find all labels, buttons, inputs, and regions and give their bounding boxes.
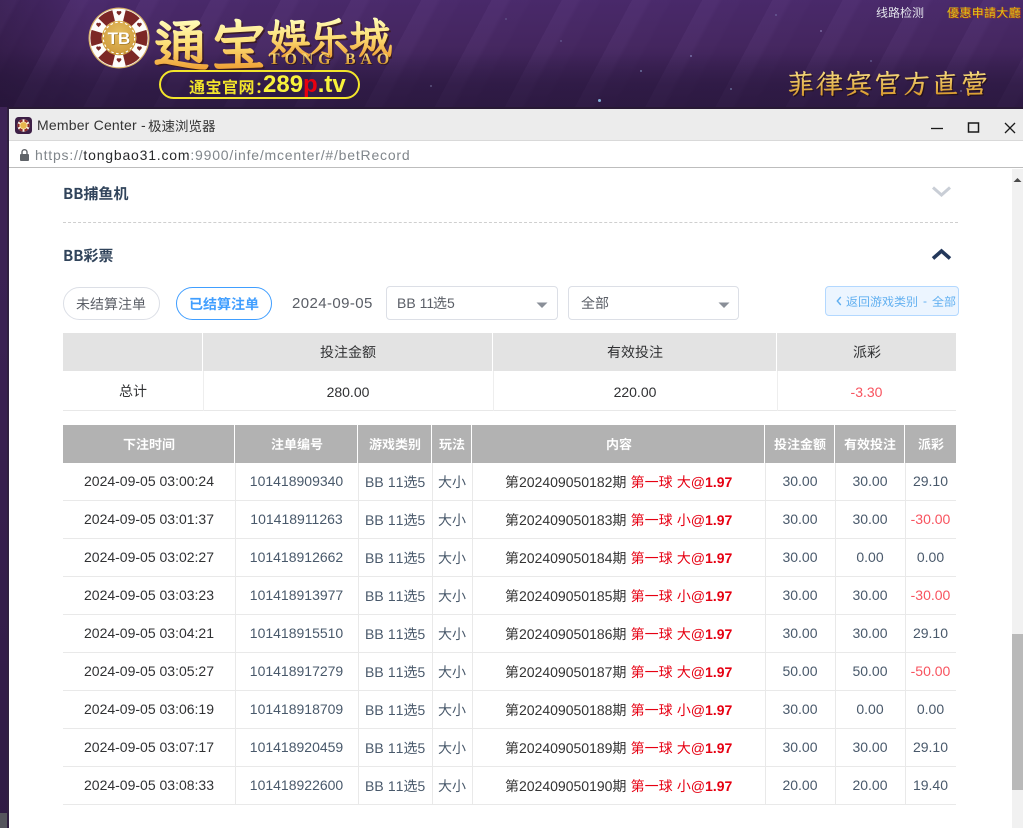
svg-text:TB: TB xyxy=(108,29,131,48)
